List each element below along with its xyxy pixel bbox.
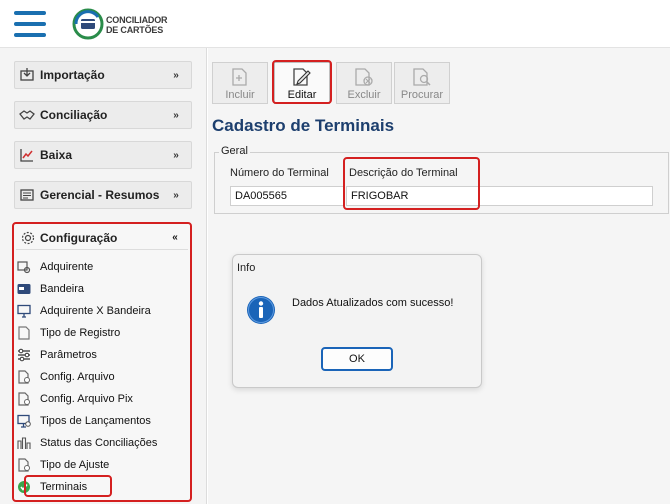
handshake-icon	[19, 107, 35, 123]
sidebar-group-conciliacao[interactable]: Conciliação »	[14, 101, 192, 129]
sidebar-item-tipo-ajuste[interactable]: Tipo de Ajuste	[16, 455, 186, 475]
numero-terminal-field[interactable]: DA005565	[230, 186, 344, 206]
delete-document-icon	[354, 67, 374, 87]
app-logo: CONCILIADOR DE CARTÕES	[72, 8, 167, 42]
sidebar-group-gerencial[interactable]: Gerencial - Resumos »	[14, 181, 192, 209]
file-gear-icon	[16, 391, 32, 407]
monitor-card-icon	[16, 303, 32, 319]
chevron-down-icon: »	[173, 109, 179, 121]
sidebar-group-label: Gerencial - Resumos	[40, 188, 160, 202]
chevron-down-icon: »	[173, 149, 179, 161]
add-document-icon	[230, 67, 250, 87]
sidebar-group-importacao[interactable]: Importação »	[14, 61, 192, 89]
dialog-title: Info	[237, 262, 256, 274]
sidebar-group-label: Conciliação	[40, 108, 108, 122]
search-document-icon	[412, 67, 432, 87]
incluir-label: Incluir	[225, 89, 255, 101]
sidebar-item-status-conciliacoes[interactable]: Status das Conciliações	[16, 433, 186, 453]
procurar-label: Procurar	[400, 89, 444, 101]
dialog-message: Dados Atualizados com sucesso!	[292, 297, 454, 309]
info-icon	[247, 296, 275, 324]
sidebar-item-label: Adquirente X Bandeira	[40, 305, 151, 317]
sidebar-item-adquirente[interactable]: Adquirente	[16, 257, 186, 277]
sidebar-item-label: Adquirente	[40, 261, 94, 273]
terminais-highlight	[24, 475, 112, 497]
chevron-down-icon: »	[173, 69, 179, 81]
folder-icon	[19, 187, 35, 203]
sliders-icon	[16, 347, 32, 363]
logo-text-line1: CONCILIADOR	[106, 15, 168, 25]
chevron-up-icon: «	[172, 232, 178, 243]
status-icon	[16, 435, 32, 451]
top-header: CONCILIADOR DE CARTÕES	[0, 0, 670, 48]
sidebar-item-parametros[interactable]: Parâmetros	[16, 345, 186, 365]
hamburger-icon[interactable]	[14, 11, 46, 37]
page-title: Cadastro de Terminais	[212, 116, 395, 135]
import-icon	[19, 67, 35, 83]
sidebar-item-label: Config. Arquivo	[40, 371, 115, 383]
sidebar-item-label: Tipo de Registro	[40, 327, 121, 339]
monitor-gear-icon	[16, 413, 32, 429]
sidebar-item-tipo-registro[interactable]: Tipo de Registro	[16, 323, 186, 343]
file-gear-icon	[16, 457, 32, 473]
excluir-label: Excluir	[347, 89, 381, 101]
sidebar-item-bandeira[interactable]: Bandeira	[16, 279, 186, 299]
document-icon	[16, 325, 32, 341]
configuracao-header[interactable]: Configuração «	[16, 226, 188, 250]
sidebar-group-baixa[interactable]: Baixa »	[14, 141, 192, 169]
descricao-highlight	[343, 157, 480, 210]
sidebar-item-config-arquivo[interactable]: Config. Arquivo	[16, 367, 186, 387]
sidebar-group-label: Baixa	[40, 148, 73, 162]
sidebar-item-label: Parâmetros	[40, 349, 97, 361]
incluir-button[interactable]: Incluir	[212, 62, 268, 104]
logo-icon	[72, 8, 104, 40]
sidebar-item-label: Tipos de Lançamentos	[40, 415, 151, 427]
sidebar-item-label: Bandeira	[40, 283, 85, 295]
adquirente-icon	[16, 259, 32, 275]
sidebar-item-label: Tipo de Ajuste	[40, 459, 110, 471]
bandeira-icon	[16, 281, 32, 297]
sidebar-item-config-arquivo-pix[interactable]: Config. Arquivo Pix	[16, 389, 186, 409]
geral-legend: Geral	[219, 145, 250, 157]
sidebar-item-tipos-lancamentos[interactable]: Tipos de Lançamentos	[16, 411, 186, 431]
sidebar-item-label: Status das Conciliações	[40, 437, 158, 449]
excluir-button[interactable]: Excluir	[336, 62, 392, 104]
sidebar-group-label: Configuração	[40, 230, 118, 245]
numero-terminal-label: Número do Terminal	[230, 167, 329, 179]
logo-text-line2: DE CARTÕES	[106, 25, 164, 35]
chevron-down-icon: »	[173, 189, 179, 201]
chart-icon	[19, 147, 35, 163]
ok-button[interactable]: OK	[321, 347, 393, 371]
procurar-button[interactable]: Procurar	[394, 62, 450, 104]
sidebar-group-label: Importação	[40, 68, 105, 82]
sidebar-item-adquirente-x-bandeira[interactable]: Adquirente X Bandeira	[16, 301, 186, 321]
editar-highlight	[272, 60, 332, 104]
sidebar-item-label: Config. Arquivo Pix	[40, 393, 133, 405]
file-gear-icon	[16, 369, 32, 385]
gear-icon	[20, 230, 36, 246]
info-dialog: Info Dados Atualizados com sucesso! OK	[232, 254, 482, 388]
